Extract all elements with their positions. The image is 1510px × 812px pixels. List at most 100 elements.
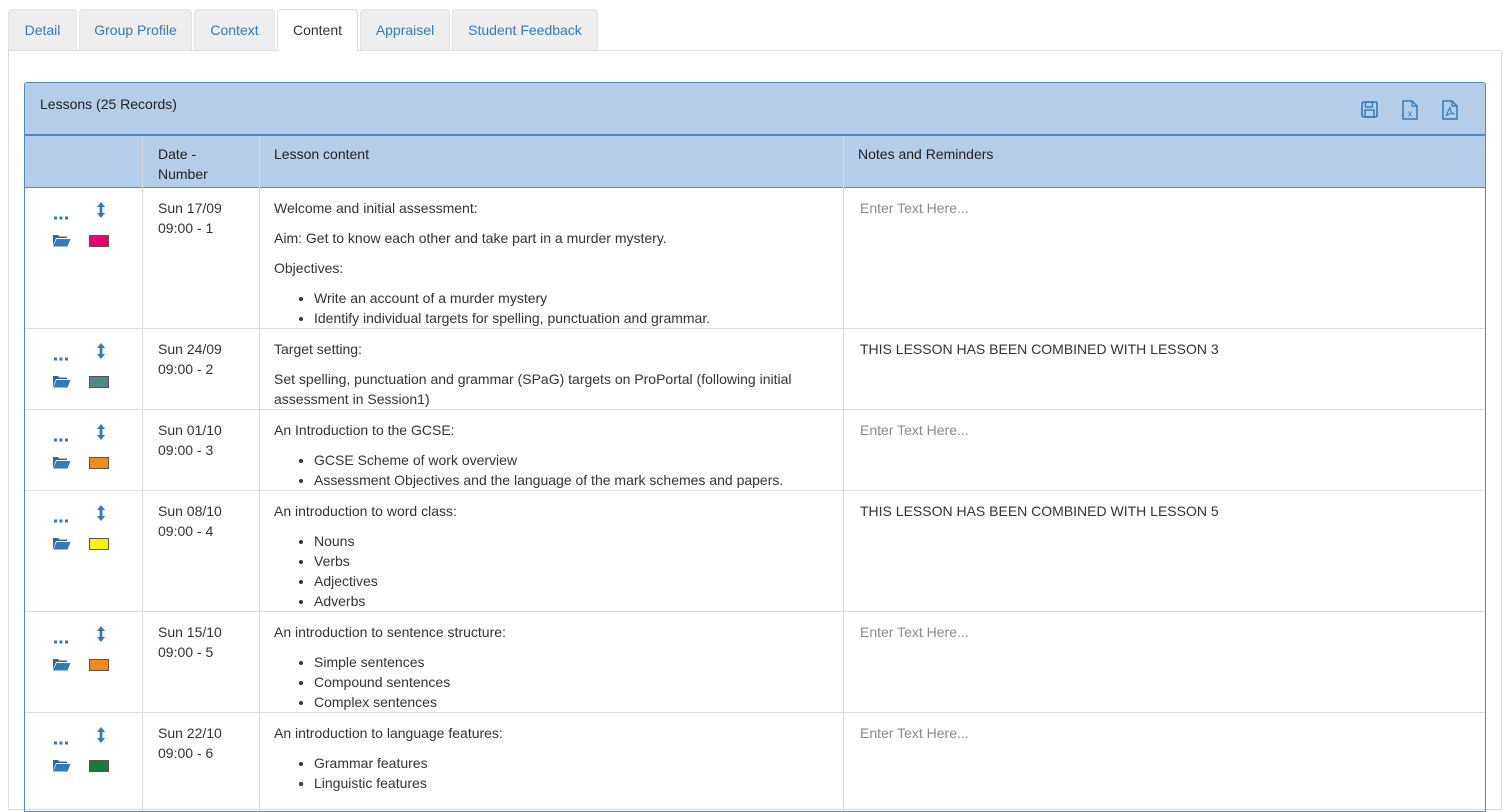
table-row: Sun 17/09 09:00 - 1 Welcome and initial as… [25,188,1485,329]
lesson-date: Sun 17/09 [158,200,222,216]
table-row: Sun 24/09 09:00 - 2 Target setting: Set spe… [25,329,1485,410]
lesson-content-text: An introduction to word class: [274,503,457,519]
excel-export-icon[interactable]: x [1400,99,1420,121]
tab-content[interactable]: Content [277,9,358,51]
lesson-time-number: 09:00 - 3 [158,442,214,458]
pdf-export-icon[interactable] [1440,99,1460,121]
folder-open-icon[interactable] [52,374,71,388]
table-row: Sun 22/10 09:00 - 6 An introduction to lan… [25,713,1485,811]
lesson-bullet-item: Adverbs [314,591,824,611]
notes-field[interactable]: Enter Text Here... [860,622,969,642]
lesson-date: Sun 15/10 [158,624,222,640]
reorder-arrows-icon[interactable] [95,342,107,360]
notes-field[interactable]: Enter Text Here... [860,420,969,440]
lesson-bullet-item: Nouns [314,531,824,551]
lesson-date-cell: Sun 22/10 09:00 - 6 [158,723,222,763]
lesson-bullet-list: Simple sentencesCompound sentencesComple… [274,652,824,712]
more-options-icon[interactable] [53,348,69,361]
header-notes: Notes and Reminders [858,146,994,162]
color-swatch[interactable] [89,376,109,388]
more-options-icon[interactable] [53,207,69,220]
notes-field[interactable]: THIS LESSON HAS BEEN COMBINED WITH LESSO… [860,339,1219,359]
lesson-date-cell: Sun 01/10 09:00 - 3 [158,420,222,460]
panel-title: Lessons (25 Records) [40,96,177,112]
folder-open-icon[interactable] [52,536,71,550]
header-date-line2: Number [158,166,208,182]
table-row: Sun 15/10 09:00 - 5 An introduction to sen… [25,612,1485,713]
lesson-content-text: An introduction to language features: [274,725,503,741]
lesson-content-cell: An introduction to sentence structure: Si… [274,622,824,712]
lesson-bullet-list: Write an account of a murder mysteryIden… [274,288,824,328]
lesson-bullet-item: Simple sentences [314,652,824,672]
lesson-content-text: Objectives: [274,260,344,276]
folder-open-icon[interactable] [52,233,71,247]
folder-open-icon[interactable] [52,758,71,772]
lesson-bullet-item: Verbs [314,551,824,571]
lesson-bullet-item: Write an account of a murder mystery [314,288,824,308]
tab-group-profile[interactable]: Group Profile [79,9,192,50]
lesson-content-text: An introduction to sentence structure: [274,624,506,640]
color-swatch[interactable] [89,760,109,772]
notes-field[interactable]: Enter Text Here... [860,723,969,743]
more-options-icon[interactable] [53,631,69,644]
more-options-icon[interactable] [53,510,69,523]
save-icon[interactable] [1360,99,1380,121]
panel-heading: Lessons (25 Records) x [25,83,1485,136]
lesson-content-text: Set spelling, punctuation and grammar (S… [274,371,792,407]
lesson-bullet-item: Identify individual targets for spelling… [314,308,824,328]
tab-student-feedback[interactable]: Student Feedback [452,9,598,50]
lesson-time-number: 09:00 - 5 [158,644,214,660]
lesson-content-text: An Introduction to the GCSE: [274,422,455,438]
color-swatch[interactable] [89,457,109,469]
tab-context[interactable]: Context [194,9,275,50]
reorder-arrows-icon[interactable] [95,625,107,643]
more-options-icon[interactable] [53,429,69,442]
reorder-arrows-icon[interactable] [95,423,107,441]
lesson-bullet-item: Assessment Objectives and the language o… [314,470,824,490]
notes-field[interactable]: THIS LESSON HAS BEEN COMBINED WITH LESSO… [860,501,1219,521]
notes-field[interactable]: Enter Text Here... [860,198,969,218]
svg-text:x: x [1408,109,1413,119]
lesson-bullet-item: GCSE Scheme of work overview [314,450,824,470]
lesson-date-cell: Sun 15/10 09:00 - 5 [158,622,222,662]
lesson-date: Sun 24/09 [158,341,222,357]
lesson-time-number: 09:00 - 1 [158,220,214,236]
lesson-content-text: Welcome and initial assessment: [274,200,478,216]
lesson-content-text: Aim: Get to know each other and take par… [274,230,667,246]
color-swatch[interactable] [89,235,109,247]
table-row: Sun 08/10 09:00 - 4 An introduction to wor… [25,491,1485,612]
lesson-date-cell: Sun 08/10 09:00 - 4 [158,501,222,541]
lesson-bullet-item: Adjectives [314,571,824,591]
more-options-icon[interactable] [53,732,69,745]
reorder-arrows-icon[interactable] [95,504,107,522]
tab-appraisel[interactable]: Appraisel [360,9,450,50]
lesson-bullet-item: Complex sentences [314,692,824,712]
color-swatch[interactable] [89,538,109,550]
lesson-content-cell: Welcome and initial assessment: Aim: Get … [274,198,824,328]
lesson-content-cell: An introduction to word class: NounsVerbs… [274,501,824,611]
tab-detail[interactable]: Detail [8,9,77,50]
lesson-date: Sun 01/10 [158,422,222,438]
lesson-bullet-item: Linguistic features [314,773,824,793]
lesson-bullet-item: Compound sentences [314,672,824,692]
header-date-line1: Date - [158,146,197,162]
lesson-date-cell: Sun 17/09 09:00 - 1 [158,198,222,238]
lesson-bullet-list: NounsVerbsAdjectivesAdverbs [274,531,824,611]
lessons-panel: Lessons (25 Records) x Date - Number Les… [24,82,1486,812]
reorder-arrows-icon[interactable] [95,726,107,744]
lesson-time-number: 09:00 - 6 [158,745,214,761]
lesson-content-text: Target setting: [274,341,362,357]
lesson-content-cell: Target setting: Set spelling, punctuation… [274,339,824,419]
lesson-date: Sun 08/10 [158,503,222,519]
folder-open-icon[interactable] [52,455,71,469]
lesson-date: Sun 22/10 [158,725,222,741]
folder-open-icon[interactable] [52,657,71,671]
color-swatch[interactable] [89,659,109,671]
header-date: Date - Number [158,144,208,184]
lesson-date-cell: Sun 24/09 09:00 - 2 [158,339,222,379]
lesson-content-cell: An introduction to language features: Gra… [274,723,824,793]
table-row: Sun 01/10 09:00 - 3 An Introduction to the… [25,410,1485,491]
lesson-bullet-list: GCSE Scheme of work overviewAssessment O… [274,450,824,490]
lesson-time-number: 09:00 - 2 [158,361,214,377]
reorder-arrows-icon[interactable] [95,201,107,219]
